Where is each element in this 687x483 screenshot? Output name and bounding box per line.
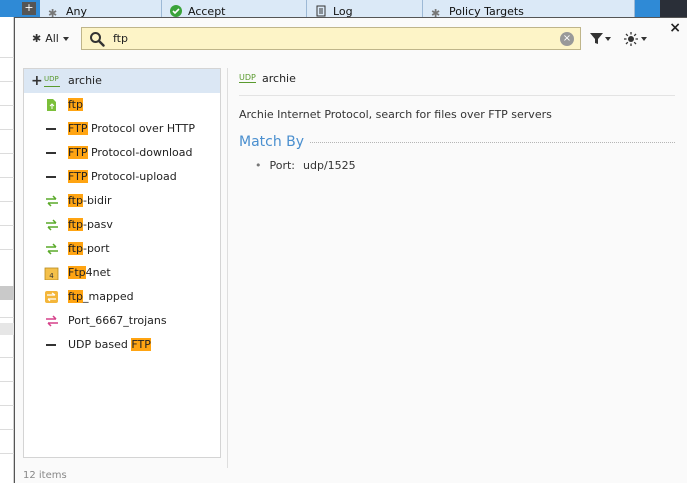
background-column-policy-targets[interactable]: ✱ Policy Targets bbox=[423, 0, 635, 17]
list-item-label: ftp-port bbox=[68, 242, 110, 255]
udp-badge-icon: UDP bbox=[44, 75, 60, 87]
filter-all-label: All bbox=[45, 32, 59, 45]
asterisk-icon: ✱ bbox=[431, 7, 441, 17]
filter-menu-button[interactable] bbox=[590, 32, 611, 45]
udp-badge-icon: UDP bbox=[239, 73, 256, 83]
asterisk-icon: ✱ bbox=[32, 32, 42, 45]
port-value: udp/1525 bbox=[303, 159, 356, 172]
asterisk-icon: ✱ bbox=[48, 7, 58, 17]
pink-arrows-icon bbox=[46, 315, 58, 327]
list-item-ftp-port[interactable]: ftp-port bbox=[24, 237, 220, 261]
background-column-log[interactable]: Log bbox=[307, 0, 423, 17]
mapped-icon bbox=[45, 291, 58, 303]
port-row: • Port: udp/1525 bbox=[255, 159, 356, 172]
accept-icon bbox=[170, 5, 182, 17]
background-column-any[interactable]: ✱ Any bbox=[40, 0, 162, 17]
list-item-label: Ftp4net bbox=[68, 266, 111, 279]
list-item-ftp-protocol-over-http[interactable]: FTP Protocol over HTTP bbox=[24, 117, 220, 141]
chevron-down-icon bbox=[62, 36, 69, 41]
list-item-label: ftp-pasv bbox=[68, 218, 113, 231]
list-item-label: FTP Protocol-download bbox=[68, 146, 193, 159]
svg-text:4: 4 bbox=[49, 272, 54, 280]
list-item-ftp-bidir[interactable]: ftp-bidir bbox=[24, 189, 220, 213]
background-column-accept[interactable]: Accept bbox=[162, 0, 307, 17]
list-item-ftp[interactable]: ftp bbox=[24, 93, 220, 117]
bullet-icon: • bbox=[255, 159, 262, 172]
chevron-down-icon bbox=[641, 37, 647, 41]
list-item-label: ftp-bidir bbox=[68, 194, 112, 207]
background-add-icon[interactable]: + bbox=[22, 2, 36, 15]
list-item-archie[interactable]: + UDP archie bbox=[24, 69, 220, 93]
list-item-label: archie bbox=[68, 74, 102, 87]
list-item-ftp4net[interactable]: 4 Ftp4net bbox=[24, 261, 220, 285]
detail-divider bbox=[239, 95, 675, 96]
search-icon bbox=[90, 31, 105, 47]
list-item-ftp-protocol-download[interactable]: FTP Protocol-download bbox=[24, 141, 220, 165]
pane-divider[interactable] bbox=[227, 68, 228, 468]
sun-icon bbox=[624, 32, 638, 46]
detail-title: archie bbox=[262, 72, 296, 85]
log-icon bbox=[316, 5, 326, 17]
list-item-label: FTP Protocol-upload bbox=[68, 170, 177, 183]
list-item-ftp-pasv[interactable]: ftp-pasv bbox=[24, 213, 220, 237]
dash-icon bbox=[46, 152, 56, 154]
close-button[interactable]: × bbox=[669, 20, 681, 36]
list-item-udp-based-ftp[interactable]: UDP based FTP bbox=[24, 333, 220, 357]
search-dialog: × ✱ All × + UDP archie ftp FTP Protocol … bbox=[14, 17, 687, 483]
dash-icon bbox=[46, 344, 56, 346]
results-list: + UDP archie ftp FTP Protocol over HTTP … bbox=[23, 68, 221, 458]
folder-4-icon: 4 bbox=[44, 267, 59, 280]
options-menu-button[interactable] bbox=[624, 32, 647, 46]
filter-all-dropdown[interactable]: ✱ All bbox=[32, 32, 69, 45]
list-item-port-6667-trojans[interactable]: Port_6667_trojans bbox=[24, 309, 220, 333]
dash-icon bbox=[46, 176, 56, 178]
match-by-heading: Match By bbox=[239, 134, 311, 150]
add-icon[interactable]: + bbox=[31, 73, 43, 89]
funnel-icon bbox=[590, 33, 603, 44]
list-item-label: Port_6667_trojans bbox=[68, 314, 167, 327]
list-item-ftp-protocol-upload[interactable]: FTP Protocol-upload bbox=[24, 165, 220, 189]
list-item-label: UDP based FTP bbox=[68, 338, 151, 351]
items-count: 12 items bbox=[23, 470, 67, 481]
list-item-ftp-mapped[interactable]: ftp_mapped bbox=[24, 285, 220, 309]
clear-search-button[interactable]: × bbox=[560, 32, 574, 46]
background-row-strip bbox=[0, 17, 14, 483]
search-input[interactable] bbox=[113, 32, 543, 45]
green-doc-icon bbox=[47, 99, 56, 111]
detail-description: Archie Internet Protocol, search for fil… bbox=[239, 108, 552, 121]
list-item-label: ftp bbox=[68, 98, 83, 111]
green-arrows-icon bbox=[46, 219, 58, 231]
green-arrows-icon bbox=[46, 195, 58, 207]
list-item-label: ftp_mapped bbox=[68, 290, 134, 303]
dash-icon bbox=[46, 128, 56, 130]
port-label: Port: bbox=[269, 159, 296, 172]
list-item-label: FTP Protocol over HTTP bbox=[68, 122, 195, 135]
search-box[interactable]: × bbox=[81, 27, 581, 50]
chevron-down-icon bbox=[605, 36, 611, 41]
green-arrows-icon bbox=[46, 243, 58, 255]
